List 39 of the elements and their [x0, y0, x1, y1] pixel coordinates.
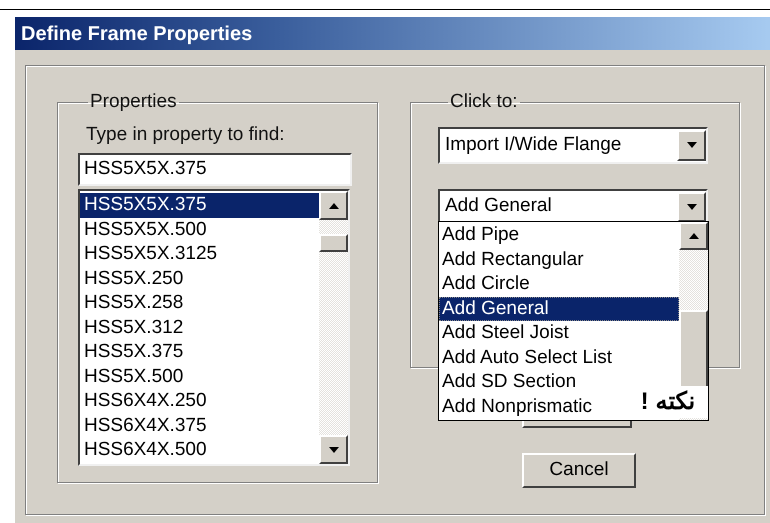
- down-arrow-icon: [686, 142, 696, 148]
- list-item[interactable]: HSS5X5X.375: [80, 193, 319, 218]
- up-arrow-icon: [688, 233, 698, 239]
- list-item[interactable]: HSS5X.375: [80, 340, 319, 364]
- list-item[interactable]: HSS5X.312: [80, 316, 319, 340]
- field-label: Type in property to find:: [85, 122, 286, 146]
- list-item[interactable]: HSS5X5X.3125: [80, 242, 319, 266]
- list-item[interactable]: HSS5X.258: [80, 291, 319, 316]
- dropdown-option[interactable]: Add SD Section: [439, 370, 578, 394]
- window-title: Define Frame Properties: [21, 22, 252, 46]
- dropdown-option[interactable]: Add Circle: [439, 272, 532, 296]
- group-label: Click to:: [449, 90, 519, 114]
- dropdown-button[interactable]: [677, 192, 706, 222]
- dropdown-option[interactable]: Add Rectangular: [439, 248, 586, 272]
- dropdown-option[interactable]: Add Pipe: [439, 223, 522, 248]
- dropdown-option[interactable]: Add Steel Joist: [439, 321, 571, 346]
- list-item[interactable]: HSS5X.500: [80, 364, 319, 389]
- search-field[interactable]: HSS5X5X.375: [78, 153, 352, 186]
- down-arrow-icon: [328, 446, 338, 452]
- list-item[interactable]: HSS5X.250: [80, 266, 319, 291]
- dropdown-option[interactable]: Add General: [439, 296, 679, 321]
- import-dropdown[interactable]: Import I/Wide Flange: [438, 126, 708, 164]
- list-item[interactable]: HSS5X5X.500: [80, 218, 319, 242]
- up-arrow-icon: [328, 202, 338, 208]
- list-item[interactable]: HSS6X4X.375: [80, 414, 319, 438]
- scroll-down-button[interactable]: [319, 435, 348, 464]
- dropdown-option[interactable]: Add Nonprismatic: [439, 394, 594, 419]
- property-list[interactable]: HSS5X5X.375 HSS5X5X.500 HSS5X5X.3125 HSS5X.250 HSS5X.258 HSS5X.312 HSS5X.375 HSS5X.500 HSS6X4X.250 HSS6X4X.375 HSS6X4X.500: [78, 189, 350, 466]
- group-label: Properties: [89, 90, 178, 114]
- cancel-button[interactable]: Cancel: [522, 453, 636, 488]
- scrollbar[interactable]: [319, 191, 348, 464]
- dropdown-option[interactable]: Add Auto Select List: [439, 346, 614, 370]
- scroll-up-button[interactable]: [319, 191, 348, 220]
- dropdown-button[interactable]: [677, 130, 706, 160]
- list-item[interactable]: HSS6X4X.500: [80, 438, 319, 462]
- scroll-thumb[interactable]: [319, 234, 348, 252]
- down-arrow-icon: [686, 204, 696, 210]
- scroll-up-button[interactable]: [679, 222, 708, 250]
- list-item[interactable]: HSS6X4X.250: [80, 389, 319, 414]
